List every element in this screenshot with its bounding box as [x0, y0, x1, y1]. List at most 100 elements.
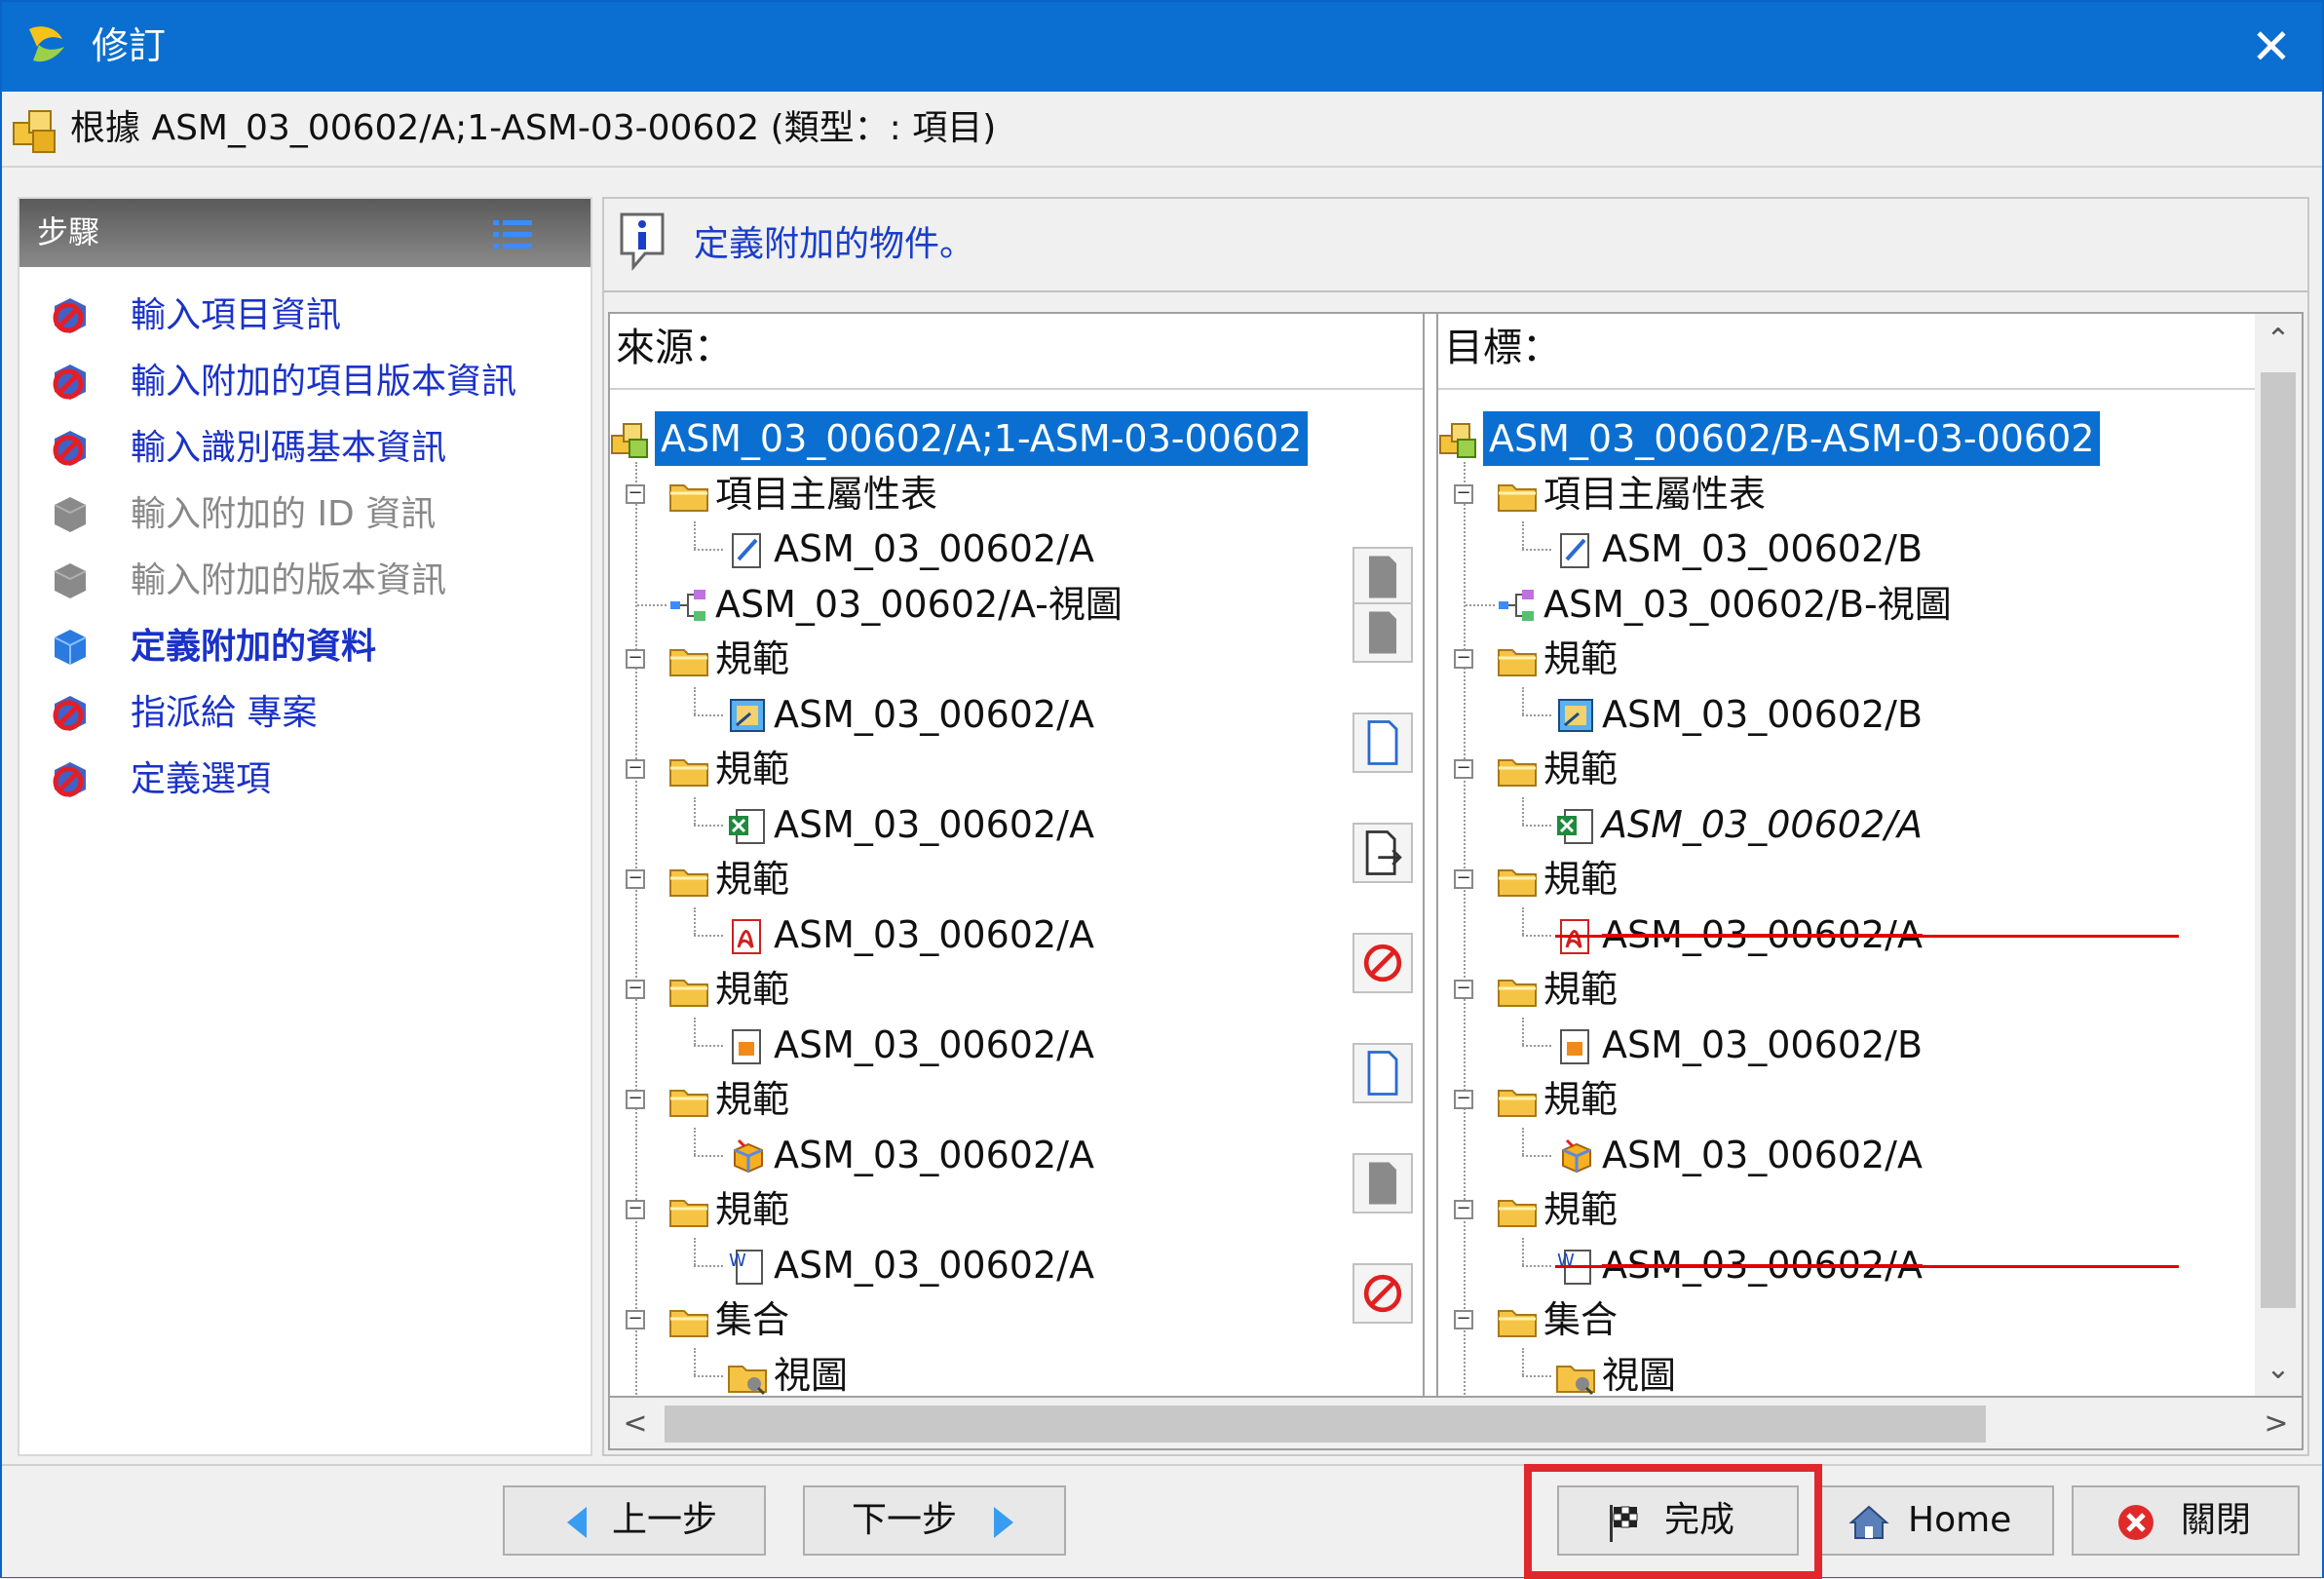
collapse-toggle-icon[interactable]: −: [1454, 1090, 1473, 1109]
collapse-toggle-icon[interactable]: −: [626, 483, 645, 504]
folder-icon: [1497, 1190, 1538, 1229]
step-item[interactable]: 輸入項目資訊: [33, 287, 579, 345]
tree-guide: [694, 906, 696, 935]
scroll-up-icon[interactable]: ⌃: [2255, 314, 2302, 366]
action-button[interactable]: [1352, 1042, 1413, 1103]
collapse-toggle-icon[interactable]: −: [626, 980, 645, 999]
node-label: ASM_03_00602/A: [774, 1243, 1094, 1287]
source-pane: 來源： ASM_03_00602/A;1-ASM-03-00602 項目主屬性表 −…: [610, 314, 1425, 1437]
svg-text:W: W: [729, 1251, 746, 1271]
context-header: 根據 ASM_03_00602/A;1-ASM-03-00602 (類型：: 項…: [2, 92, 2322, 168]
steps-panel: 步驟 輸入項目資訊 輸入附加的項目版本資訊輸入識別碼基本資訊輸入附加的 ID 資訊…: [18, 197, 592, 1456]
step-item[interactable]: 輸入識別碼基本資訊: [33, 419, 579, 478]
node-label: 規範: [715, 748, 790, 790]
action-button[interactable]: [1352, 932, 1413, 993]
close-window-icon[interactable]: ✕: [2240, 16, 2303, 78]
tree-guide: [1522, 934, 1551, 937]
compare-tree-area: 來源： ASM_03_00602/A;1-ASM-03-00602 項目主屬性表 −…: [608, 312, 2304, 1450]
step-item[interactable]: 輸入附加的版本資訊: [33, 552, 579, 610]
action-button[interactable]: [1352, 1262, 1413, 1324]
node-label: 規範: [1543, 637, 1619, 680]
scroll-left-icon[interactable]: <: [610, 1398, 661, 1448]
part3d-icon: [727, 1136, 768, 1175]
action-button[interactable]: [1352, 547, 1413, 607]
node-label: ASM_03_00602/A;1-ASM-03-00602: [655, 411, 1309, 466]
collapse-toggle-icon[interactable]: −: [1454, 483, 1473, 504]
step-item[interactable]: 定義選項: [33, 751, 579, 809]
back-label: 上一步: [612, 1500, 718, 1540]
tree-guide: [1522, 1154, 1551, 1157]
tree-guide: [1522, 686, 1524, 714]
tree-guide: [694, 796, 696, 825]
back-button[interactable]: 上一步: [503, 1485, 766, 1556]
action-button[interactable]: [1352, 822, 1413, 883]
folder-icon: [668, 1300, 709, 1339]
horizontal-scroll-thumb[interactable]: [665, 1406, 1986, 1443]
home-label: Home: [1908, 1500, 2012, 1540]
collapse-toggle-icon[interactable]: −: [1454, 1310, 1473, 1329]
step-status-icon: [49, 427, 92, 470]
collapse-toggle-icon[interactable]: −: [1454, 980, 1473, 999]
step-item[interactable]: 輸入附加的 ID 資訊: [33, 485, 579, 544]
viewfolder-icon: [727, 1356, 768, 1395]
collapse-toggle-icon[interactable]: −: [626, 1090, 645, 1109]
image-icon: [727, 1025, 768, 1064]
vertical-scrollbar[interactable]: ⌃ ⌄: [2255, 314, 2302, 1396]
step-status-icon: [49, 294, 92, 337]
next-label: 下一步: [852, 1500, 958, 1540]
context-text: 根據 ASM_03_00602/A;1-ASM-03-00602 (類型：: 項…: [70, 108, 997, 148]
scroll-down-icon[interactable]: ⌄: [2255, 1343, 2302, 1396]
tree-guide: [1522, 906, 1524, 935]
scroll-right-icon[interactable]: >: [2251, 1398, 2302, 1448]
tree-guide: [694, 824, 723, 827]
collapse-toggle-icon[interactable]: −: [626, 1310, 645, 1329]
list-icon[interactable]: [493, 218, 532, 251]
viewfolder-icon: [1555, 1356, 1596, 1395]
collapse-toggle-icon[interactable]: −: [1454, 869, 1473, 889]
action-column: [1425, 314, 1436, 1396]
folder-icon: [1497, 1300, 1538, 1339]
action-button[interactable]: [1352, 712, 1413, 773]
next-button[interactable]: 下一步: [803, 1485, 1066, 1556]
tree-guide: [1522, 713, 1551, 716]
hint-text: 定義附加的物件。: [694, 224, 975, 264]
node-label: ASM_03_00602/B: [1602, 1022, 1924, 1066]
document-gray-icon: [1354, 610, 1411, 665]
step-status-icon: [49, 361, 92, 404]
collapse-toggle-icon[interactable]: −: [626, 759, 645, 779]
tree-guide: [1522, 1044, 1551, 1047]
finish-highlight-box: [1524, 1464, 1822, 1579]
window-title: 修訂: [92, 24, 167, 67]
folder-icon: [668, 1190, 709, 1229]
step-item[interactable]: 指派給 專案: [33, 684, 579, 743]
tree-guide: [1522, 1264, 1551, 1267]
collapse-toggle-icon[interactable]: −: [626, 649, 645, 669]
collapse-toggle-icon[interactable]: −: [626, 869, 645, 889]
home-icon: [1848, 1505, 1889, 1539]
step-item[interactable]: 定義附加的資料: [33, 618, 579, 676]
collapse-toggle-icon[interactable]: −: [1454, 759, 1473, 779]
collapse-toggle-icon[interactable]: −: [626, 1200, 645, 1219]
steps-title: 步驟: [37, 213, 100, 250]
dataset-icon: [727, 695, 768, 734]
home-button[interactable]: Home: [1816, 1485, 2054, 1556]
horizontal-scrollbar[interactable]: < >: [610, 1396, 2302, 1448]
close-circle-icon: [2118, 1505, 2153, 1540]
folder-icon: [668, 970, 709, 1009]
collapse-toggle-icon[interactable]: −: [1454, 649, 1473, 669]
close-button[interactable]: 關閉: [2072, 1485, 2300, 1556]
step-label: 指派給 專案: [131, 693, 318, 733]
node-label: ASM_03_00602/A: [774, 802, 1094, 846]
folder-icon: [668, 860, 709, 899]
tree-guide: [694, 713, 723, 716]
node-label: 規範: [1543, 748, 1619, 790]
action-button[interactable]: [1352, 601, 1413, 665]
collapse-toggle-icon[interactable]: −: [1454, 1200, 1473, 1219]
vertical-scroll-thumb[interactable]: [2261, 372, 2296, 1308]
dataset-icon: [1555, 695, 1596, 734]
node-label: ASM_03_00602/A: [774, 912, 1094, 956]
step-item[interactable]: 輸入附加的項目版本資訊: [33, 353, 579, 411]
folder-icon: [668, 1080, 709, 1119]
step-label: 輸入識別碼基本資訊: [131, 428, 447, 468]
action-button[interactable]: [1352, 1152, 1413, 1213]
